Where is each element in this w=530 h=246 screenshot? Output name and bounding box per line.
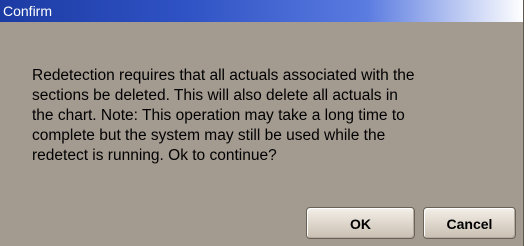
title-bar[interactable]: Confirm — [0, 0, 523, 22]
cancel-button[interactable]: Cancel — [423, 207, 516, 239]
confirm-message: Redetection requires that all actuals as… — [32, 67, 415, 164]
dialog-title: Confirm — [3, 3, 53, 19]
confirm-dialog: Confirm Redetection requires that all ac… — [0, 0, 524, 246]
ok-button[interactable]: OK — [306, 207, 415, 239]
